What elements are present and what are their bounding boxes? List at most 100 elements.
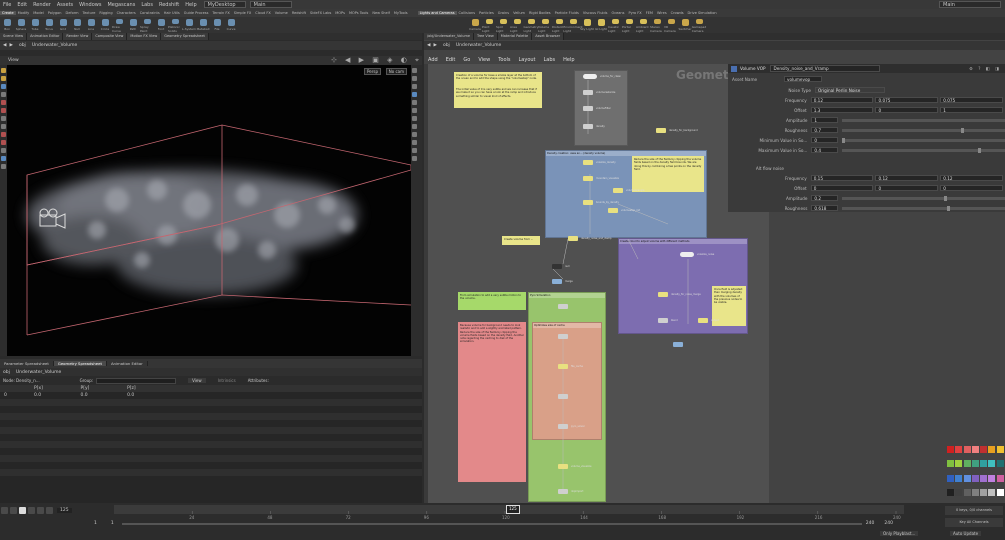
color-swatch[interactable] <box>955 474 963 482</box>
node-name-field[interactable]: Density_noise_and_Vramp <box>769 65 880 72</box>
start-frame-2[interactable]: 1 <box>111 521 114 526</box>
alt-offset-z[interactable]: 0 <box>940 185 1003 191</box>
net-forward-icon[interactable]: ▶ <box>433 43 436 48</box>
light-tab[interactable]: Particles <box>477 11 496 15</box>
points-icon[interactable] <box>412 100 417 105</box>
end-frame[interactable]: 240 <box>866 521 875 526</box>
menu-windows[interactable]: Windows <box>76 2 104 8</box>
menu-help[interactable]: Help <box>182 2 199 8</box>
node-yellow[interactable] <box>558 464 568 469</box>
range-slider[interactable] <box>121 522 862 525</box>
color-swatch[interactable] <box>996 446 1004 453</box>
alt-amplitude-slider[interactable] <box>842 195 1005 201</box>
brush-tool-icon[interactable] <box>1 124 6 129</box>
node-yellow[interactable] <box>583 176 593 181</box>
camera-tool-icon[interactable] <box>1 156 6 161</box>
lights-icon[interactable] <box>412 132 417 137</box>
light-tab[interactable]: Wires <box>655 11 669 15</box>
tool-grid[interactable]: Grid <box>56 17 70 33</box>
menu-assets[interactable]: Assets <box>54 2 76 8</box>
min-value-field[interactable]: 0 <box>811 137 839 143</box>
frequency-x[interactable]: 0.12 <box>810 97 874 103</box>
view-tool-icon[interactable] <box>1 116 6 121</box>
col-header[interactable] <box>0 385 30 392</box>
tool-sphere[interactable]: Sphere <box>14 17 28 33</box>
node-cloud[interactable] <box>583 74 597 79</box>
light-tab[interactable]: Rigid Bodies <box>527 11 553 15</box>
frequency-y[interactable]: 0.075 <box>875 97 939 103</box>
back-icon[interactable]: ◀ <box>3 43 6 48</box>
node[interactable] <box>558 304 568 309</box>
main-select[interactable]: Main <box>939 1 1001 8</box>
color-swatch[interactable] <box>947 460 954 468</box>
color-swatch[interactable] <box>947 474 954 482</box>
tool-geometry-light[interactable]: Geometry Light <box>524 17 538 33</box>
menu-edit[interactable]: Edit <box>14 2 30 8</box>
shelf-tab[interactable]: MOPs <box>333 11 347 15</box>
node[interactable] <box>583 124 593 129</box>
node[interactable] <box>583 90 593 95</box>
timeline-current-marker[interactable]: 125 <box>506 505 520 514</box>
tool-box[interactable]: Box <box>0 17 14 33</box>
col-header[interactable]: P[z] <box>123 385 169 392</box>
tool-tube[interactable]: Tube <box>28 17 42 33</box>
net-menu-view[interactable]: View <box>474 57 494 63</box>
tab-animation-editor-lower[interactable]: Animation Editor <box>107 361 148 366</box>
play-icon[interactable] <box>28 507 35 514</box>
shelf-tab[interactable]: Terrain FX <box>210 11 231 15</box>
light-tab[interactable]: Viscous Fluids <box>581 11 610 15</box>
background-icon[interactable] <box>412 124 417 129</box>
tool-point-light[interactable]: Point Light <box>482 17 496 33</box>
net-menu-help[interactable]: Help <box>559 57 578 63</box>
net-menu-labs[interactable]: Labs <box>540 57 560 63</box>
menu-render[interactable]: Render <box>30 2 54 8</box>
offset-y[interactable]: 0 <box>875 107 939 113</box>
group-field[interactable] <box>96 377 177 384</box>
net-menu-go[interactable]: Go <box>459 57 474 63</box>
light-tab[interactable]: Drive Simulation <box>686 11 719 15</box>
col-header[interactable]: P[y] <box>77 385 124 392</box>
tool-lsystem[interactable]: L-System <box>182 17 196 33</box>
alt-amplitude-field[interactable]: 0.2 <box>811 195 839 201</box>
persp-menu[interactable]: Persp <box>364 68 381 75</box>
shelf-tab[interactable]: Modify <box>16 11 32 15</box>
net-back-icon[interactable]: ◀ <box>427 43 430 48</box>
color-swatch[interactable] <box>963 474 971 482</box>
shelf-tab[interactable]: Model <box>31 11 46 15</box>
pose-tool-icon[interactable] <box>1 108 6 113</box>
first-frame-icon[interactable] <box>1 507 8 514</box>
light-tab[interactable]: Pyro FX <box>626 11 643 15</box>
tool-file[interactable]: File <box>210 17 224 33</box>
snapshot-icon[interactable] <box>412 140 417 145</box>
color-swatch[interactable] <box>971 460 979 468</box>
tool-stereo-camera[interactable]: Stereo Camera <box>650 17 664 33</box>
light-tab[interactable]: FEM <box>644 11 655 15</box>
table-row[interactable]: 0 0.0 0.0 0.0 <box>0 392 422 399</box>
noise-type-select[interactable]: Original Perlin Noise <box>815 87 885 93</box>
frequency-z[interactable]: 0.075 <box>940 97 1003 103</box>
tool-camera[interactable]: Camera <box>468 17 482 33</box>
color-swatch[interactable] <box>963 446 971 453</box>
tool-line[interactable]: Line <box>84 17 98 33</box>
render-region-icon[interactable] <box>412 148 417 153</box>
tool-gamepad-camera[interactable]: Gamepad Camera <box>692 17 706 33</box>
shelf-tab[interactable]: Rigging <box>97 11 114 15</box>
roughness-slider[interactable] <box>842 127 1005 133</box>
node-yellow[interactable] <box>698 318 708 323</box>
node[interactable] <box>558 394 568 399</box>
stop-icon[interactable] <box>19 507 26 514</box>
only-playblast-button[interactable]: Only Playblast... <box>880 531 919 536</box>
shelf-tab[interactable]: New Shelf <box>370 11 392 15</box>
tool-environment-light[interactable]: Environment Light <box>563 17 583 33</box>
rotate-tool-icon[interactable] <box>1 84 6 89</box>
cam-menu[interactable]: No cam <box>385 68 407 75</box>
light-tab[interactable]: Particle Fluids <box>553 11 581 15</box>
light-tab[interactable]: Oceans <box>609 11 626 15</box>
tool-switcher[interactable]: Switcher <box>678 17 692 33</box>
tool-draw-curve[interactable]: Draw Curve <box>112 17 126 33</box>
tab-animation-editor[interactable]: Animation Editor <box>27 33 64 40</box>
shelf-tab[interactable]: Characters <box>115 11 138 15</box>
handle-tool-icon[interactable] <box>1 100 6 105</box>
lasso-tool-icon[interactable] <box>1 140 6 145</box>
param-toolbar-icons[interactable]: ⚙ ? ◧ ◨ <box>969 66 1001 71</box>
